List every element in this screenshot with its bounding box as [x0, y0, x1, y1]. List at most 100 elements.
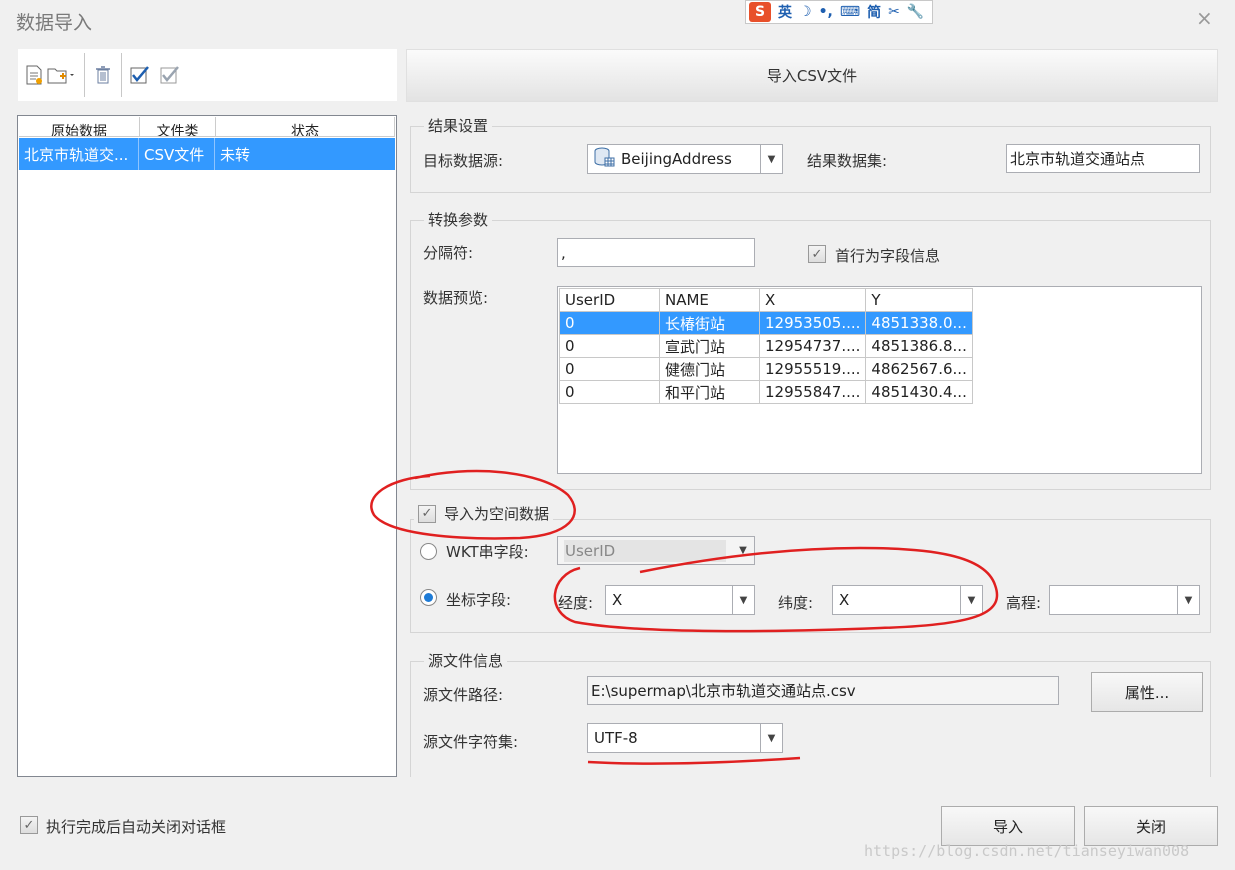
preview-table: UserID NAME X Y 0 长椿街站 12953505.... 4851… — [559, 288, 973, 404]
charset-value: UTF-8 — [594, 729, 638, 747]
column-header[interactable]: UserID — [559, 288, 660, 312]
table-row[interactable]: 0 和平门站 12955847.... 4851430.4... — [559, 380, 973, 404]
spatial-group-header: ✓ 导入为空间数据 — [414, 503, 554, 524]
table-cell: 0 — [559, 380, 660, 404]
result-settings-label: 结果设置 — [424, 115, 493, 136]
close-window-button[interactable]: × — [1196, 6, 1213, 30]
column-header[interactable]: 文件类 — [140, 117, 216, 136]
coord-field-label: 坐标字段: — [446, 591, 512, 609]
table-cell: 4862567.6... — [865, 357, 973, 381]
data-preview-label: 数据预览: — [423, 289, 489, 307]
ime-toolbar[interactable]: S 英 ☽ •, ⌨ 简 ✂ 🔧 — [745, 0, 933, 24]
column-header[interactable]: Y — [865, 288, 973, 312]
column-header[interactable]: 原始数据 — [19, 117, 140, 136]
auto-close-checkbox[interactable]: ✓ — [20, 816, 38, 834]
chevron-down-icon[interactable]: ▼ — [732, 537, 754, 564]
file-type-cell: CSV文件 — [139, 138, 215, 170]
column-header[interactable]: X — [758, 288, 867, 312]
data-preview-grid[interactable]: UserID NAME X Y 0 长椿街站 12953505.... 4851… — [557, 286, 1202, 474]
file-toolbar — [18, 49, 397, 101]
table-cell: 0 — [559, 311, 660, 335]
table-cell: 4851386.8... — [865, 334, 973, 358]
table-cell: 宣武门站 — [659, 334, 760, 358]
spatial-group — [410, 519, 1211, 633]
table-cell: 12953505.... — [758, 311, 867, 335]
latitude-combo[interactable]: X ▼ — [832, 585, 983, 615]
ime-keyboard-icon[interactable]: ⌨ — [840, 4, 860, 20]
separator-input[interactable]: , — [557, 238, 755, 267]
window-title: 数据导入 — [16, 12, 93, 34]
wkt-field-label: WKT串字段: — [446, 543, 529, 561]
column-header[interactable]: 状态 — [216, 117, 395, 136]
table-row[interactable]: 0 长椿街站 12953505.... 4851338.0... — [559, 311, 973, 335]
first-row-field-checkbox[interactable]: ✓ — [808, 245, 826, 263]
ime-punct-icon[interactable]: •, — [819, 4, 833, 20]
chevron-down-icon[interactable]: ▼ — [732, 586, 754, 614]
source-path-label: 源文件路径: — [423, 686, 504, 704]
invert-select-icon[interactable] — [160, 64, 180, 86]
ime-logo[interactable]: S — [749, 2, 771, 22]
file-status-cell: 未转 — [220, 145, 251, 164]
properties-button[interactable]: 属性... — [1091, 672, 1203, 712]
latitude-label: 纬度: — [778, 594, 814, 612]
file-list-header: 原始数据 文件类 状态 — [19, 117, 395, 137]
add-folder-icon[interactable] — [46, 64, 76, 86]
source-file-list[interactable]: 原始数据 文件类 状态 北京市轨道交... CSV文件 未转 — [17, 115, 397, 777]
ime-simplified-toggle[interactable]: 简 — [867, 2, 881, 22]
ime-crop-icon[interactable]: ✂ — [888, 4, 900, 20]
source-path-input[interactable]: E:\supermap\北京市轨道交通站点.csv — [587, 676, 1059, 705]
toolbar-divider — [121, 53, 122, 97]
chevron-down-icon[interactable]: ▼ — [1177, 586, 1199, 614]
ime-lang-toggle[interactable]: 英 — [778, 2, 792, 22]
toolbar-divider — [84, 53, 85, 97]
table-cell: 12955519.... — [758, 357, 867, 381]
separator-label: 分隔符: — [423, 244, 474, 262]
table-cell: 0 — [559, 357, 660, 381]
select-all-icon[interactable] — [130, 64, 150, 86]
chevron-down-icon[interactable]: ▼ — [760, 724, 782, 752]
datasource-icon — [593, 146, 615, 172]
wkt-radio[interactable] — [420, 543, 437, 560]
source-info-label: 源文件信息 — [424, 650, 508, 671]
result-dataset-input[interactable]: 北京市轨道交通站点 — [1006, 144, 1200, 173]
new-file-icon[interactable] — [24, 64, 44, 86]
auto-close-label: 执行完成后自动关闭对话框 — [46, 818, 227, 836]
longitude-label: 经度: — [558, 594, 594, 612]
file-name-cell: 北京市轨道交... — [19, 138, 139, 170]
chevron-down-icon[interactable]: ▼ — [760, 145, 782, 173]
preview-header-row: UserID NAME X Y — [559, 288, 973, 312]
table-cell: 长椿街站 — [659, 311, 760, 335]
ime-wrench-icon[interactable]: 🔧 — [907, 4, 924, 20]
elevation-label: 高程: — [1006, 594, 1042, 612]
table-cell: 4851430.4... — [865, 380, 973, 404]
delete-icon[interactable] — [93, 64, 113, 86]
ime-moon-icon[interactable]: ☽ — [799, 4, 812, 20]
longitude-combo[interactable]: X ▼ — [605, 585, 755, 615]
import-button[interactable]: 导入 — [941, 806, 1075, 846]
table-cell: 12955847.... — [758, 380, 867, 404]
coord-radio[interactable] — [420, 589, 437, 606]
table-cell: 4851338.0... — [865, 311, 973, 335]
target-datasource-combo[interactable]: BeijingAddress ▼ — [587, 144, 783, 174]
charset-combo[interactable]: UTF-8 ▼ — [587, 723, 783, 753]
table-cell: 健德门站 — [659, 357, 760, 381]
datasource-value: BeijingAddress — [621, 150, 732, 168]
latitude-value: X — [839, 591, 850, 609]
elevation-combo[interactable]: ▼ — [1049, 585, 1200, 615]
watermark: https://blog.csdn.net/tianseyiwan008 — [864, 842, 1190, 860]
chevron-down-icon[interactable]: ▼ — [960, 586, 982, 614]
table-row[interactable]: 0 宣武门站 12954737.... 4851386.8... — [559, 334, 973, 358]
wkt-field-combo[interactable]: UserID ▼ — [557, 536, 755, 565]
table-cell: 0 — [559, 334, 660, 358]
column-header[interactable]: NAME — [659, 288, 760, 312]
result-dataset-label: 结果数据集: — [807, 152, 888, 170]
target-datasource-label: 目标数据源: — [423, 152, 504, 170]
longitude-value: X — [612, 591, 623, 609]
import-spatial-checkbox[interactable]: ✓ — [418, 504, 436, 523]
file-list-row[interactable]: 北京市轨道交... CSV文件 未转 — [19, 138, 395, 170]
table-row[interactable]: 0 健德门站 12955519.... 4862567.6... — [559, 357, 973, 381]
convert-params-label: 转换参数 — [424, 209, 493, 230]
import-spatial-label: 导入为空间数据 — [444, 505, 550, 523]
close-button[interactable]: 关闭 — [1084, 806, 1218, 846]
charset-label: 源文件字符集: — [423, 733, 519, 751]
